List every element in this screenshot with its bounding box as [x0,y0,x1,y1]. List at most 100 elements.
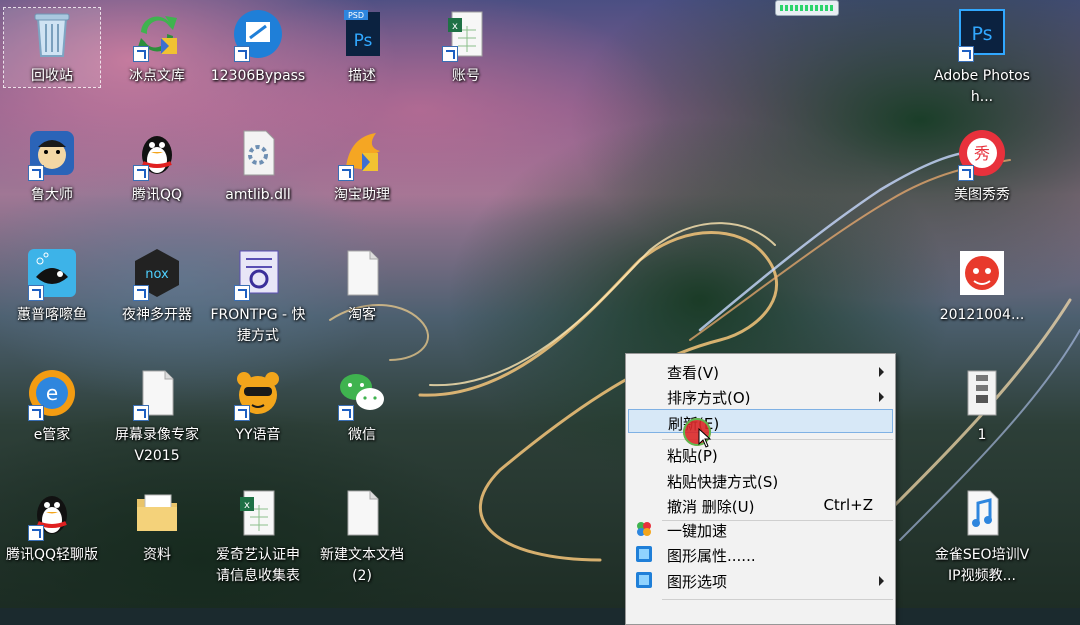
shortcut-arrow-icon [234,285,250,301]
menu-item-sort-by[interactable]: 排序方式(O) [628,384,893,408]
shortcut-arrow-icon [338,405,354,421]
shortcut-arrow-icon [28,165,44,181]
desktop-icon-label: 腾讯QQ轻聊版 [5,547,99,563]
blank-file-icon [347,490,379,536]
menu-item-label: 图形属性...... [667,547,756,565]
shortcut-arrow-icon [338,165,354,181]
menu-item-label: 一键加速 [667,522,728,540]
svg-text:e: e [46,381,58,405]
desktop-icon-label: 账号 [452,68,480,84]
menu-separator [662,599,893,600]
ps-badge: Ps [971,23,992,45]
desktop-icon-new-text-doc[interactable]: 新建文本文档 (2) [314,487,410,587]
submenu-arrow-icon [879,576,884,586]
desktop-icon-bingdian[interactable]: 冰点文库 [109,8,205,87]
shortcut-arrow-icon [28,525,44,541]
desktop-icon-taobao-assistant[interactable]: 淘宝助理 [314,127,410,206]
recycle-bin-icon [34,13,70,57]
folder-icon [137,494,177,531]
shortcut-arrow-icon [28,405,44,421]
desktop-icon-qq-light[interactable]: 腾讯QQ轻聊版 [4,487,100,566]
audio-file-icon [967,490,999,536]
shortcut-arrow-icon [133,405,149,421]
desktop-icon-label: YY语音 [235,427,281,443]
desktop-icon-label: 回收站 [31,68,73,84]
desktop-icon-kacha-fish[interactable]: 蕙普喀嚓鱼 [4,247,100,326]
desktop-icon-nox-multi[interactable]: nox 夜神多开器 [109,247,205,326]
archive-file-icon [967,370,997,416]
shortcut-arrow-icon [234,46,250,62]
menu-item-undo-delete[interactable]: 撤消 删除(U) Ctrl+Z [628,493,893,517]
menu-item-paste-shortcut[interactable]: 粘贴快捷方式(S) [628,468,893,492]
desktop-icon-screen-recorder[interactable]: 屏幕录像专家 V2015 [109,367,205,467]
desktop-icon-label: 12306Bypass [210,68,306,84]
desktop-icon-12306bypass[interactable]: 12306Bypass [210,8,306,87]
menu-item-shortcut: Ctrl+Z [823,496,873,514]
menu-item-label: 撤消 删除(U) [667,498,755,516]
menu-item-graphics-options[interactable]: 图形选项 [628,568,893,592]
desktop-icon-1[interactable]: 1 [934,367,1030,446]
mouse-cursor-icon [698,428,712,448]
desktop-icon-label: e管家 [33,427,71,443]
desktop-icon-20121004[interactable]: 20121004... [934,247,1030,326]
desktop-icon-wechat[interactable]: 微信 [314,367,410,446]
shortcut-arrow-icon [234,405,250,421]
desktop-icon-tencent-qq[interactable]: 腾讯QQ [109,127,205,206]
desktop-icon-meitu[interactable]: 秀 美图秀秀 [934,127,1030,206]
desktop-icon-frontpg-shortcut[interactable]: FRONTPG - 快捷方式 [210,247,306,347]
shortcut-arrow-icon [958,46,974,62]
desktop-icon-label: 冰点文库 [129,68,185,84]
desktop-icon-label: 爱奇艺认证申请信息收集表 [216,547,300,584]
shortcut-arrow-icon [133,285,149,301]
intel-graphics-icon [635,545,653,563]
desktop-icon-label: 腾讯QQ [131,187,183,203]
psd-badge: PSD [348,11,364,20]
psd-file-icon: PSD Ps [344,10,380,56]
menu-item-speed-up[interactable]: 一键加速 [628,517,893,541]
desktop-icon-label: 淘客 [348,307,376,323]
svg-text:x: x [452,21,458,32]
desktop-icon-label: 鲁大师 [31,187,73,203]
desktop-icon-label: Adobe Photosh... [934,68,1030,105]
desktop-icon-e-guanjia[interactable]: e e管家 [4,367,100,446]
desktop-icon-label: 描述 [348,68,376,84]
desktop-icon-label: 1 [977,427,987,443]
desktop-icon-amtlib-dll[interactable]: amtlib.dll [210,127,306,206]
progress-widget [775,0,839,16]
menu-item-label: 排序方式(O) [667,389,751,407]
desktop-icon-label: FRONTPG - 快捷方式 [210,307,306,344]
desktop-icon-label: 金雀SEO培训VIP视频教... [934,547,1030,584]
shortcut-arrow-icon [442,46,458,62]
desktop-icon-label: 夜神多开器 [122,307,192,323]
menu-item-graphics-properties[interactable]: 图形属性...... [628,542,893,566]
nox-badge: nox [145,267,169,282]
desktop-icon-zhanghao[interactable]: x 账号 [418,8,514,87]
menu-item-label: 粘贴快捷方式(S) [667,473,779,491]
menu-item-refresh[interactable]: 刷新(E) [628,409,893,433]
menu-item-view[interactable]: 查看(V) [628,359,893,383]
shortcut-arrow-icon [133,165,149,181]
desktop-icon-seo-video[interactable]: 金雀SEO培训VIP视频教... [934,487,1030,587]
desktop-icon-recycle-bin[interactable]: 回收站 [3,7,101,88]
menu-item-paste[interactable]: 粘贴(P) [628,442,893,466]
desktop-icon-adobe-photoshop[interactable]: Ps Adobe Photosh... [934,8,1030,108]
excel-file-icon: x [240,490,275,536]
submenu-arrow-icon [879,392,884,402]
desktop-icon-ludashi[interactable]: 鲁大师 [4,127,100,206]
desktop-icon-label: 微信 [348,427,376,443]
desktop-icon-label: amtlib.dll [225,187,291,203]
menu-item-label: 查看(V) [667,364,719,382]
desktop-icon-label: 新建文本文档 (2) [320,547,404,584]
menu-item-label: 粘贴(P) [667,447,718,465]
desktop-icon-iqiyi-form[interactable]: x 爱奇艺认证申请信息收集表 [210,487,306,587]
desktop-icon-yy-voice[interactable]: YY语音 [210,367,306,446]
desktop-icon-label: 20121004... [939,307,1025,323]
desktop-icon-ziliao-folder[interactable]: 资料 [109,487,205,566]
image-file-icon [960,251,1004,295]
blank-file-icon [347,250,379,296]
desktop-icon-taoke[interactable]: 淘客 [314,247,410,326]
ps-badge: Ps [354,31,373,51]
svg-text:x: x [244,500,250,511]
desktop-icon-miaoshu[interactable]: PSD Ps 描述 [314,8,410,87]
desktop-icon-label: 美图秀秀 [954,187,1010,203]
